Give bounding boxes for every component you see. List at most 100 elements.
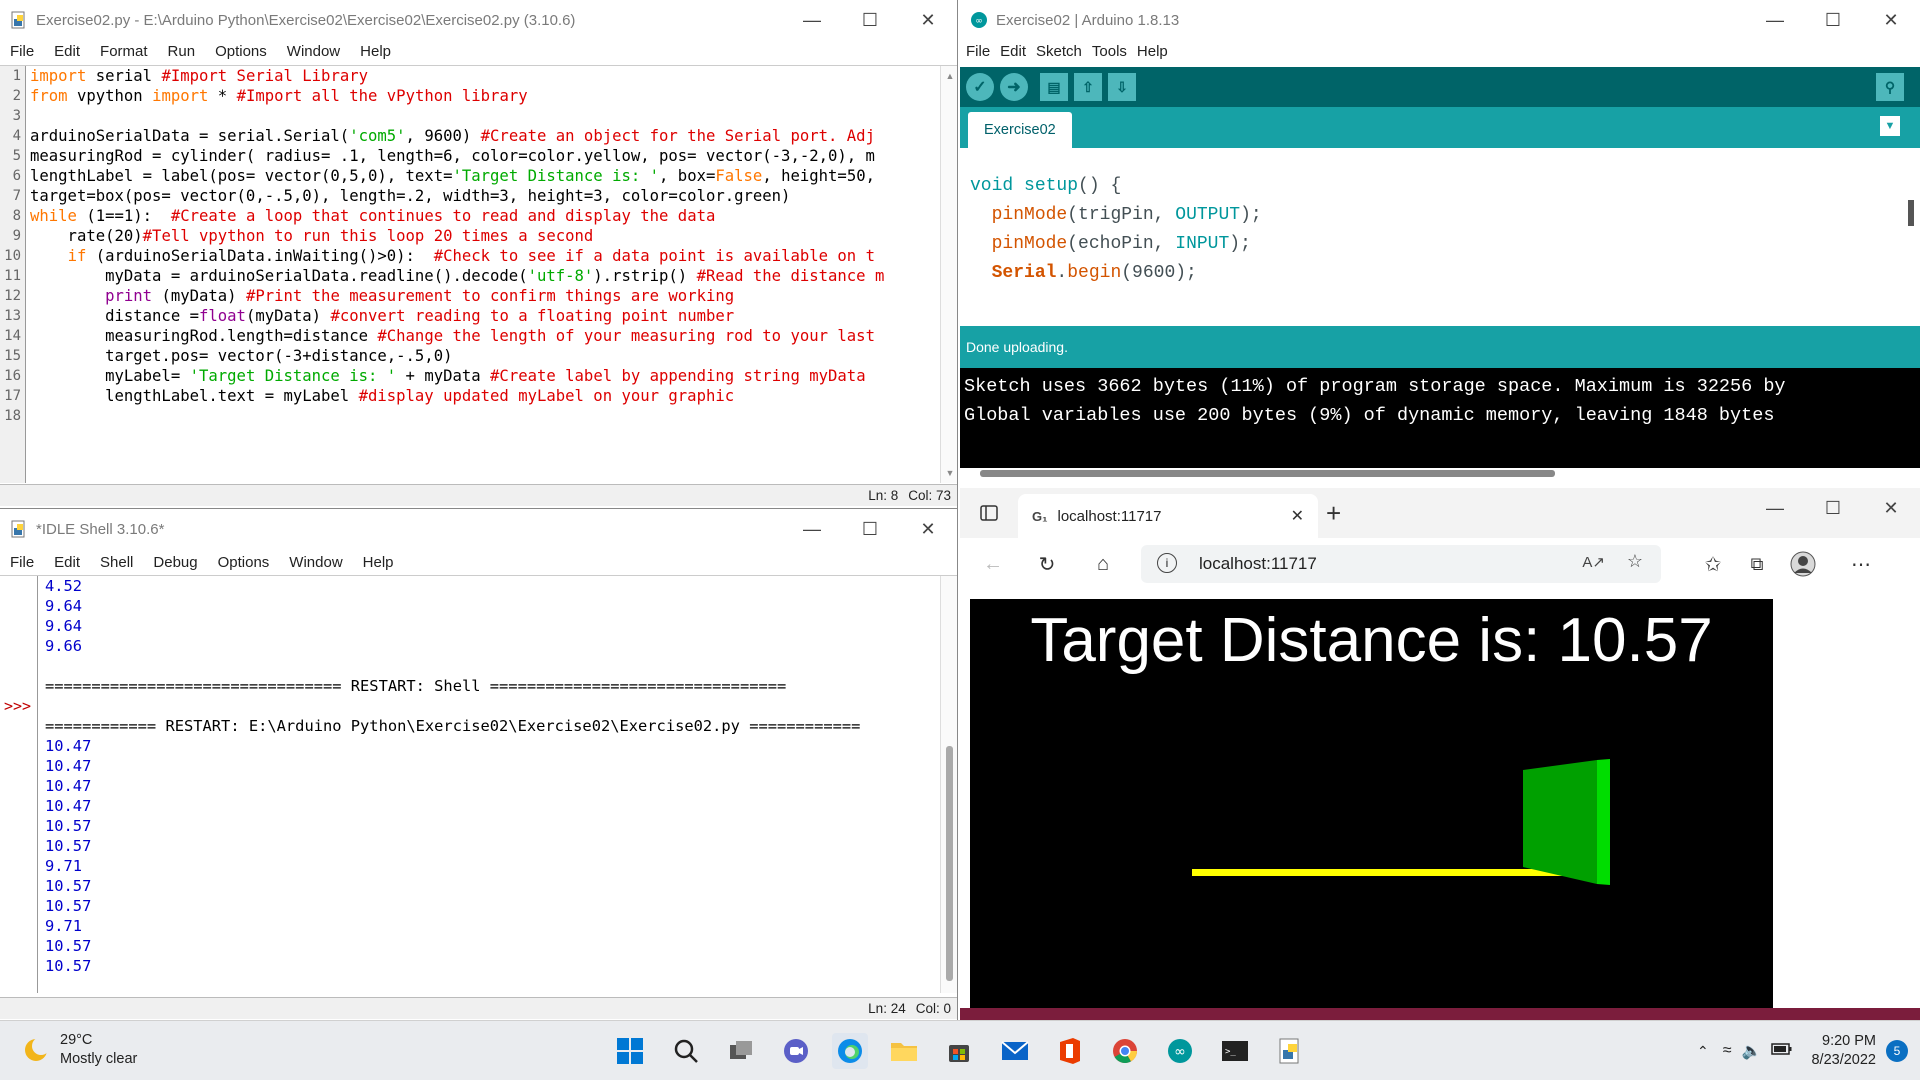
line-number: 16 bbox=[4, 368, 21, 384]
back-arrow-icon[interactable]: ← bbox=[980, 551, 1006, 577]
open-sketch-icon[interactable]: ⇧ bbox=[1074, 73, 1102, 101]
idle-editor-titlebar[interactable]: Exercise02.py - E:\Arduino Python\Exerci… bbox=[0, 0, 957, 40]
menu-options[interactable]: Options bbox=[205, 43, 277, 60]
arduino-code-text[interactable]: void setup() { pinMode(trigPin, OUTPUT);… bbox=[970, 172, 1262, 288]
menu-help[interactable]: Help bbox=[353, 554, 404, 571]
menu-file[interactable]: File bbox=[0, 554, 44, 571]
menu-sketch[interactable]: Sketch bbox=[1031, 43, 1087, 60]
menu-help[interactable]: Help bbox=[350, 43, 401, 60]
measuring-rod bbox=[1192, 869, 1564, 876]
editor-vertical-scrollbar[interactable]: ▲ ▼ bbox=[940, 66, 957, 483]
shell-output[interactable]: 4.52 9.64 9.64 9.66 ========================… bbox=[45, 576, 938, 993]
battery-icon[interactable] bbox=[1771, 1042, 1793, 1061]
chrome-icon[interactable] bbox=[1107, 1033, 1143, 1069]
arduino-code-editor[interactable]: void setup() { pinMode(trigPin, OUTPUT);… bbox=[960, 148, 1920, 326]
shell-area[interactable]: >>> 4.52 9.64 9.64 9.66 ====================… bbox=[0, 575, 957, 993]
menu-options[interactable]: Options bbox=[208, 554, 280, 571]
menu-shell[interactable]: Shell bbox=[90, 554, 143, 571]
arduino-editor-scroll-thumb[interactable] bbox=[1908, 200, 1914, 226]
tab-actions-icon[interactable] bbox=[978, 502, 1000, 524]
address-bar-url[interactable]: localhost:11717 bbox=[1199, 554, 1317, 574]
menu-edit[interactable]: Edit bbox=[995, 43, 1031, 60]
start-icon[interactable] bbox=[612, 1033, 648, 1069]
python-idle-icon[interactable] bbox=[1272, 1033, 1308, 1069]
maximize-button[interactable]: ☐ bbox=[841, 509, 899, 549]
terminal-icon[interactable]: >_ bbox=[1217, 1033, 1253, 1069]
maximize-button[interactable]: ☐ bbox=[1804, 488, 1862, 528]
edge-icon[interactable] bbox=[832, 1033, 868, 1069]
maximize-button[interactable]: ☐ bbox=[841, 0, 899, 40]
menu-file[interactable]: File bbox=[0, 43, 44, 60]
code-token: ); bbox=[1229, 234, 1251, 254]
shell-scroll-thumb[interactable] bbox=[946, 746, 953, 981]
new-tab-icon[interactable]: + bbox=[1326, 498, 1341, 529]
close-button[interactable]: ✕ bbox=[1862, 488, 1920, 528]
new-sketch-icon[interactable]: ▤ bbox=[1040, 73, 1068, 101]
menu-help[interactable]: Help bbox=[1132, 43, 1173, 60]
chat-icon[interactable] bbox=[778, 1033, 814, 1069]
vpython-canvas[interactable]: Target Distance is: 10.57 bbox=[970, 599, 1773, 1010]
read-aloud-icon[interactable]: A↗ bbox=[1582, 553, 1605, 571]
minimize-button[interactable]: — bbox=[783, 509, 841, 549]
site-info-icon[interactable]: i bbox=[1157, 553, 1177, 573]
upload-icon[interactable]: ➜ bbox=[1000, 73, 1028, 101]
add-favorite-icon[interactable]: ☆ bbox=[1627, 551, 1643, 572]
shell-vertical-scrollbar[interactable] bbox=[940, 576, 957, 993]
verify-icon[interactable]: ✓ bbox=[966, 73, 994, 101]
code-editor[interactable]: 1 2 3 4 5 6 7 8 9 10 11 12 13 14 15 16 17 18 import seria… bbox=[0, 65, 957, 483]
menu-format[interactable]: Format bbox=[90, 43, 158, 60]
menu-window[interactable]: Window bbox=[279, 554, 352, 571]
volume-icon[interactable]: 🔈 bbox=[1742, 1041, 1762, 1061]
close-button[interactable]: ✕ bbox=[899, 509, 957, 549]
serial-monitor-icon[interactable]: ⚲ bbox=[1876, 73, 1904, 101]
notification-badge[interactable]: 5 bbox=[1886, 1040, 1908, 1062]
weather-widget[interactable]: 29°C Mostly clear bbox=[22, 1031, 137, 1069]
minimize-button[interactable]: — bbox=[1746, 488, 1804, 528]
save-sketch-icon[interactable]: ⇩ bbox=[1108, 73, 1136, 101]
tab-exercise02[interactable]: Exercise02 bbox=[968, 112, 1072, 148]
favorites-icon[interactable]: ✩ bbox=[1700, 551, 1726, 577]
maximize-button[interactable]: ☐ bbox=[1804, 0, 1862, 40]
address-bar[interactable]: i localhost:11717 A↗ ☆ bbox=[1141, 545, 1661, 583]
arduino-titlebar[interactable]: ∞ Exercise02 | Arduino 1.8.13 — ☐ ✕ bbox=[960, 0, 1920, 40]
close-tab-icon[interactable]: ✕ bbox=[1291, 506, 1304, 526]
office-icon[interactable] bbox=[1052, 1033, 1088, 1069]
browser-tab[interactable]: G₁ localhost:11717 ✕ bbox=[1018, 494, 1318, 538]
collections-icon[interactable]: ⧉ bbox=[1744, 551, 1770, 577]
show-hidden-icons-icon[interactable]: ⌃ bbox=[1697, 1043, 1709, 1060]
menu-tools[interactable]: Tools bbox=[1087, 43, 1132, 60]
home-icon[interactable]: ⌂ bbox=[1090, 551, 1116, 577]
menu-edit[interactable]: Edit bbox=[44, 554, 90, 571]
menu-window[interactable]: Window bbox=[277, 43, 350, 60]
arduino-icon[interactable]: ∞ bbox=[1162, 1033, 1198, 1069]
search-icon[interactable] bbox=[668, 1033, 704, 1069]
editor-line-indicator: Ln: 8 bbox=[868, 488, 899, 503]
mail-icon[interactable] bbox=[997, 1033, 1033, 1069]
menu-file[interactable]: File bbox=[960, 43, 995, 60]
tab-menu-dropdown-icon[interactable]: ▼ bbox=[1880, 116, 1900, 136]
scroll-down-arrow-icon[interactable]: ▼ bbox=[941, 465, 957, 481]
task-view-icon[interactable] bbox=[723, 1033, 759, 1069]
store-icon[interactable] bbox=[941, 1033, 977, 1069]
close-button[interactable]: ✕ bbox=[1862, 0, 1920, 40]
profile-avatar-icon[interactable] bbox=[1790, 551, 1816, 577]
console-horizontal-scrollbar[interactable] bbox=[980, 470, 1555, 477]
minimize-button[interactable]: — bbox=[1746, 0, 1804, 40]
wifi-icon[interactable]: ≈ bbox=[1723, 1042, 1732, 1060]
code-text-area[interactable]: import serial #Import Serial Library from… bbox=[30, 66, 938, 483]
code-token: () { bbox=[1078, 176, 1122, 196]
idle-shell-titlebar[interactable]: *IDLE Shell 3.10.6* — ☐ ✕ bbox=[0, 509, 957, 549]
close-button[interactable]: ✕ bbox=[899, 0, 957, 40]
menu-run[interactable]: Run bbox=[158, 43, 206, 60]
menu-debug[interactable]: Debug bbox=[143, 554, 207, 571]
clock[interactable]: 9:20 PM 8/23/2022 bbox=[1811, 1032, 1876, 1070]
settings-more-icon[interactable]: ⋯ bbox=[1848, 551, 1874, 577]
scroll-up-arrow-icon[interactable]: ▲ bbox=[941, 68, 957, 84]
refresh-icon[interactable]: ↻ bbox=[1034, 551, 1060, 577]
file-explorer-icon[interactable] bbox=[886, 1033, 922, 1069]
menu-edit[interactable]: Edit bbox=[44, 43, 90, 60]
minimize-button[interactable]: — bbox=[783, 0, 841, 40]
code-line: pinMode(echoPin, INPUT); bbox=[970, 230, 1262, 259]
shell-output-line: 10.47 bbox=[45, 777, 92, 795]
